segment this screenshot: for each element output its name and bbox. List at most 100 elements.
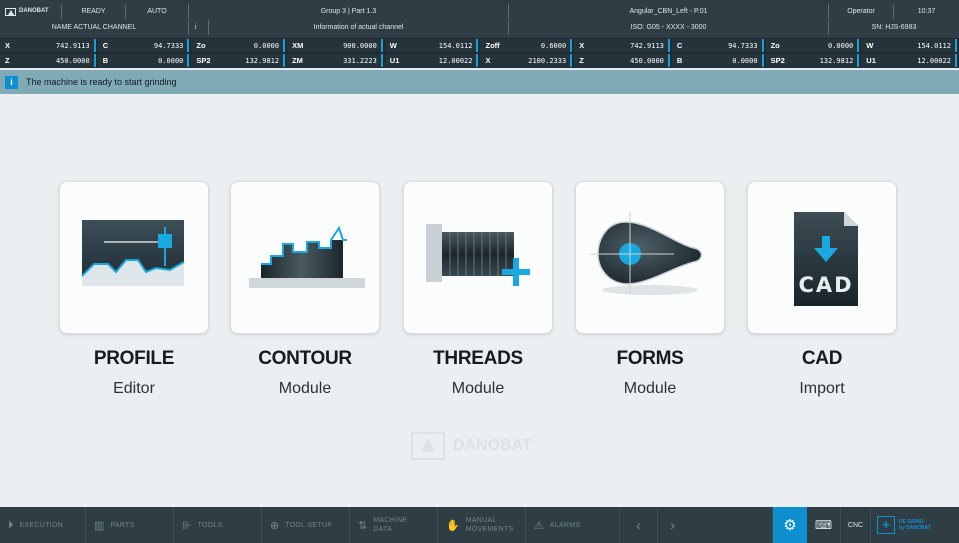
nav-label: EXECUTION — [19, 521, 64, 529]
module-title: FORMS — [616, 348, 684, 369]
axis-name: Zoff — [485, 41, 500, 50]
cnc-button[interactable]: CNC — [841, 507, 871, 543]
degrind-brand[interactable]: + DE GRIND by DANOBAT — [871, 507, 959, 543]
axis-value: 12.00022 — [917, 56, 951, 65]
axis-readout: XM 900.0000 — [287, 39, 383, 52]
message-text: The machine is ready to start grinding — [26, 77, 177, 87]
danobat-logo-icon — [5, 7, 16, 16]
chevron-left-icon: ‹ — [636, 516, 641, 534]
nav-parts[interactable]: ▥ PARTS — [86, 507, 174, 543]
brand-text: DE GRIND by DANOBAT — [899, 519, 931, 531]
status-row-2: NAME ACTUAL CHANNEL i Information of act… — [0, 20, 959, 35]
parts-icon: ▥ — [94, 519, 105, 532]
cad-icon-text: CAD — [798, 273, 853, 297]
axis-name: SP2 — [770, 56, 785, 65]
machine-mode: AUTO — [126, 4, 189, 19]
nav-execution[interactable]: ⏵ EXECUTION — [0, 507, 86, 543]
module-title: THREADS — [433, 348, 523, 369]
nav-alarms[interactable]: ⚠ ALARMS — [526, 507, 620, 543]
contour-label: CONTOUR Module — [230, 348, 380, 398]
info-icon: i — [189, 20, 209, 35]
keyboard-button[interactable]: ⌨ — [807, 507, 841, 543]
nav-label: MACHINE DATA — [373, 516, 407, 534]
axes-row-1: X 742.9113 C 94.7333 Zo 0.0000 XM 900.0000 W 154.… — [0, 39, 959, 53]
forms-label: FORMS Module — [575, 348, 725, 398]
nav-label-line2: DATA — [373, 526, 393, 533]
axes-row-2: Z 450.0000 B 0.0000 SP2 132.9812 ZM 331.2223 U1 1… — [0, 54, 959, 68]
axis-name: XM — [292, 41, 304, 50]
axis-readout: X 742.9113 — [574, 39, 670, 52]
nav-tools[interactable]: ⊪ TOOLS — [174, 507, 262, 543]
plus-icon: + — [877, 516, 895, 534]
nav-label-line2: MOVEMENTS — [465, 526, 514, 533]
message-bar: i The machine is ready to start grinding — [0, 70, 959, 94]
axis-name: X — [5, 41, 11, 50]
axis-readout: C 94.7333 — [97, 39, 190, 52]
axis-value: 154.0112 — [438, 41, 473, 50]
nav-next-button[interactable]: › — [658, 507, 773, 543]
cad-label: CAD Import — [747, 348, 897, 398]
brand-name: DANOBAT — [19, 8, 49, 14]
threads-module-card[interactable] — [403, 181, 553, 334]
status-bar: DANOBAT READY AUTO Group 3 | Part 1.3 An… — [0, 0, 959, 38]
axis-readout: X 2100.2333 — [480, 54, 573, 67]
channel-name: NAME ACTUAL CHANNEL — [0, 20, 189, 35]
execution-icon: ⏵ — [8, 518, 14, 531]
nav-manual-movements[interactable]: ✋ MANUAL MOVEMENTS — [438, 507, 526, 543]
axis-readout: SP2 132.9812 — [191, 54, 286, 67]
settings-button[interactable]: ⚙ — [773, 507, 807, 543]
machine-status: READY — [62, 4, 126, 19]
axis-name: SP2 — [196, 56, 211, 65]
axis-value: 0.0000 — [253, 41, 280, 50]
nav-label: PARTS — [110, 521, 135, 529]
axis-readout: SP2 132.9812 — [765, 54, 860, 67]
axis-name: X — [579, 41, 585, 50]
axis-value: 331.2223 — [343, 56, 377, 65]
axis-name: W — [389, 41, 397, 50]
axis-readout: B 0.0000 — [97, 54, 190, 67]
nav-prev-button[interactable]: ‹ — [620, 507, 658, 543]
axis-value: 450.0000 — [630, 56, 664, 65]
profile-editor-card[interactable] — [59, 181, 209, 334]
axis-name: C — [102, 41, 109, 50]
axis-name: X — [485, 56, 491, 65]
iso-code: ISO: G05 - XXXX - 3000 — [509, 20, 829, 35]
nav-label: MANUAL MOVEMENTS — [466, 516, 514, 534]
axes-readout: X 742.9113 C 94.7333 Zo 0.0000 XM 900.0000 W 154.… — [0, 38, 959, 68]
gear-icon: ⚙ — [783, 517, 797, 534]
profile-label: PROFILE Editor — [59, 348, 209, 398]
module-subtitle: Import — [799, 380, 845, 397]
axis-name: Zo — [770, 41, 780, 50]
axis-readout: C 94.7333 — [671, 39, 764, 52]
axis-name: Zo — [196, 41, 206, 50]
cad-import-icon: CAD — [794, 212, 858, 306]
alarms-icon: ⚠ — [534, 519, 544, 532]
cad-import-card[interactable]: CAD — [747, 181, 897, 334]
info-icon: i — [5, 75, 18, 89]
axis-name: U1 — [866, 56, 876, 65]
clock: 10:37 — [917, 8, 936, 15]
axis-value: 742.9113 — [55, 41, 90, 50]
axis-readout: Z 450.0000 — [574, 54, 670, 67]
channel-info: Information of actual channel — [209, 20, 509, 35]
forms-module-icon — [590, 212, 703, 295]
threads-label: THREADS Module — [403, 348, 553, 398]
axis-name: ZM — [292, 56, 303, 65]
module-launcher: PROFILE Editor CONTOUR Module THREADS Mo… — [0, 94, 959, 507]
axis-value: 12.00022 — [438, 56, 473, 65]
nav-tool-setup[interactable]: ⊕ TOOL SETUP — [262, 507, 350, 543]
nav-machine-data[interactable]: ⇅ MACHINE DATA — [350, 507, 438, 543]
axis-value: 0.0000 — [732, 56, 758, 65]
danobat-watermark-icon — [411, 432, 445, 460]
axis-name: U1 — [389, 56, 400, 65]
contour-module-card[interactable] — [230, 181, 380, 334]
brand-line2: by DANOBAT — [899, 525, 931, 531]
forms-module-card[interactable] — [575, 181, 725, 334]
user-role[interactable]: Operator — [829, 4, 894, 19]
axis-name: Z — [579, 56, 584, 65]
axis-readout: Zoff 0.6000 — [480, 39, 573, 52]
axis-readout: U1 12.00022 — [384, 54, 479, 67]
axis-name: Z — [5, 56, 10, 65]
axis-value: 2100.2333 — [528, 56, 567, 65]
axis-value: 900.0000 — [343, 41, 377, 50]
